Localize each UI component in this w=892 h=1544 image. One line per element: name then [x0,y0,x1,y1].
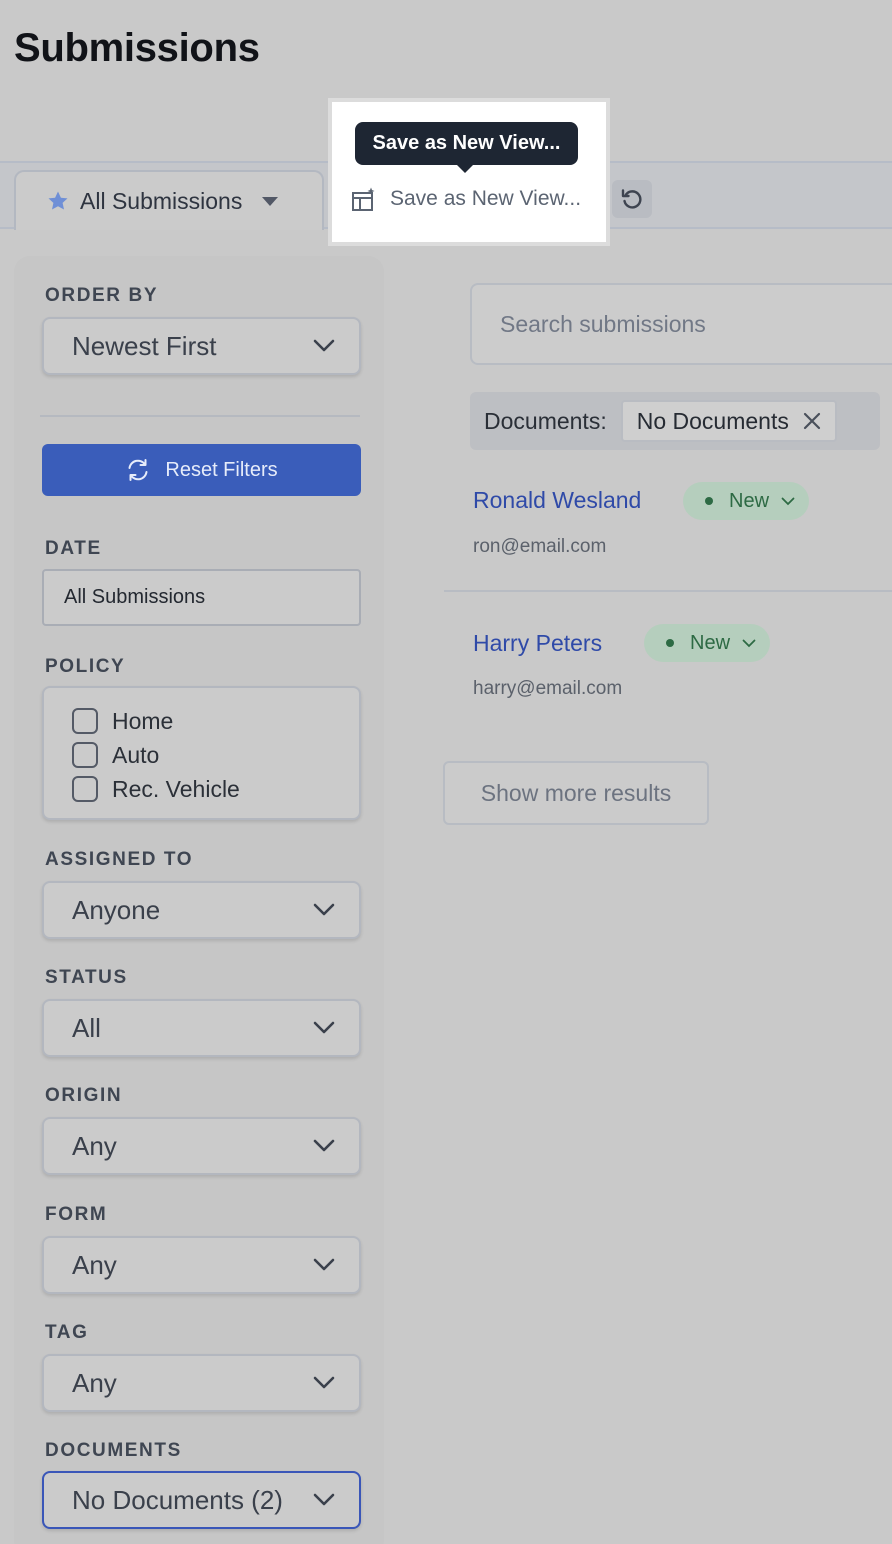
search-input[interactable] [470,283,892,365]
documents-label: DOCUMENTS [45,1440,182,1461]
policy-option-rec-vehicle[interactable]: Rec. Vehicle [72,774,240,804]
status-badge[interactable]: New [644,624,771,662]
refresh-icon [128,459,148,481]
undo-view-button[interactable] [612,180,652,218]
chevron-down-icon [313,1493,335,1506]
chevron-down-icon [313,1021,335,1034]
assigned-to-value: Anyone [72,894,161,925]
status-value: All [72,1012,101,1043]
tag-label: TAG [45,1322,89,1343]
date-label: DATE [45,538,102,559]
form-select[interactable]: Any [42,1236,361,1294]
policy-option-label: Home [112,707,174,734]
status-select[interactable]: All [42,999,361,1057]
tooltip-arrow [456,164,474,173]
active-filter-label: Documents: [484,407,607,434]
status-dot [705,497,713,505]
policy-label: POLICY [45,656,126,677]
chevron-down-icon [313,1376,335,1389]
results-divider [444,590,892,592]
date-value: All Submissions [64,586,206,608]
checkbox[interactable] [72,708,98,734]
order-by-label: ORDER BY [45,285,159,306]
origin-label: ORIGIN [45,1085,123,1106]
filter-chip-documents[interactable]: No Documents [620,400,837,442]
date-input[interactable]: All Submissions [42,569,361,626]
submission-name-link[interactable]: Harry Peters [473,630,602,657]
policy-option-auto[interactable]: Auto [72,740,159,770]
status-dot [666,639,674,647]
origin-select[interactable]: Any [42,1117,361,1175]
policy-option-label: Rec. Vehicle [112,775,240,802]
view-selector-tab[interactable]: All Submissions [14,170,324,230]
chevron-down-icon [313,903,335,916]
save-as-new-view-button[interactable]: Save as New View... [338,179,598,219]
show-more-label: Show more results [480,779,672,806]
origin-value: Any [72,1130,117,1161]
assigned-to-label: ASSIGNED TO [45,849,194,870]
show-more-results-button[interactable]: Show more results [443,761,709,825]
chevron-down-icon [313,1139,335,1152]
page-title: Submissions [14,26,260,70]
submission-email: ron@email.com [473,536,607,557]
policy-option-label: Auto [112,741,160,768]
form-value: Any [72,1249,117,1280]
chevron-down-icon [781,497,795,505]
reset-filters-label: Reset Filters [165,458,278,481]
status-label: STATUS [45,967,128,988]
undo-icon [621,189,642,209]
order-by-select[interactable]: Newest First [42,317,361,375]
tag-value: Any [72,1367,117,1398]
close-icon[interactable] [803,412,821,430]
reset-filters-button[interactable]: Reset Filters [42,444,361,496]
status-badge-label: New [729,489,770,512]
submission-name-link[interactable]: Ronald Wesland [473,487,641,514]
status-badge-label: New [690,631,731,654]
filter-chip-label: No Documents [636,407,789,434]
save-view-tooltip: Save as New View... [355,122,578,165]
add-view-icon [352,187,375,211]
policy-checklist: Home Auto Rec. Vehicle [42,686,361,820]
submission-email: harry@email.com [473,678,623,699]
order-by-value: Newest First [72,330,217,361]
caret-down-icon [262,196,279,206]
policy-option-home[interactable]: Home [72,706,173,736]
assigned-to-select[interactable]: Anyone [42,881,361,939]
chevron-down-icon [313,1258,335,1271]
save-view-label: Save as New View... [390,187,582,210]
chevron-down-icon [742,639,756,647]
checkbox[interactable] [72,776,98,802]
checkbox[interactable] [72,742,98,768]
documents-value: No Documents (2) [72,1484,283,1515]
current-view-label: All Submissions [80,187,243,214]
tag-select[interactable]: Any [42,1354,361,1412]
status-badge[interactable]: New [683,482,810,520]
sidebar-divider [40,415,360,417]
documents-select[interactable]: No Documents (2) [42,1471,361,1529]
active-filters-row: Documents: No Documents [470,392,880,450]
chevron-down-icon [313,339,335,352]
form-label: FORM [45,1204,108,1225]
star-icon [48,191,68,210]
